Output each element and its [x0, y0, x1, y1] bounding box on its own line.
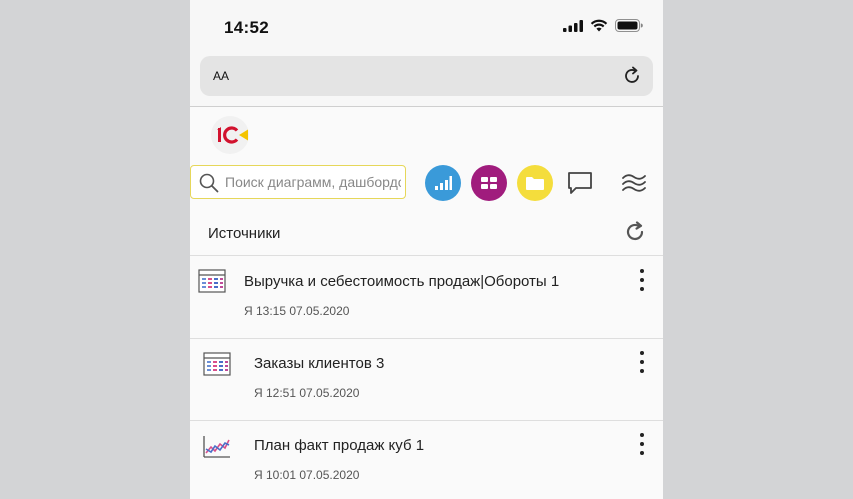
- source-item[interactable]: План факт продаж куб 1 Я 10:01 07.05.202…: [190, 421, 663, 499]
- browser-address-bar[interactable]: AA: [200, 56, 653, 96]
- dashboard-grid-icon: [481, 177, 497, 189]
- folders-button[interactable]: [517, 165, 553, 201]
- comments-button[interactable]: [565, 168, 595, 198]
- refresh-icon[interactable]: [624, 221, 646, 243]
- app-content: Источники Выручка и себестоимость продаж…: [190, 107, 663, 499]
- table-icon: [203, 352, 231, 376]
- source-item-meta: Я 12:51 07.05.2020: [254, 386, 360, 400]
- dashboards-button[interactable]: [471, 165, 507, 201]
- source-item-title: План факт продаж куб 1: [254, 437, 425, 454]
- phone-screen: 14:52 AA Поиск диаграмм, дашбордов Источ…: [190, 0, 663, 499]
- line-chart-icon: [203, 436, 230, 458]
- source-item-title: Выручка и себестоимость продаж|Обороты 1: [244, 273, 560, 290]
- search-icon: [199, 173, 219, 193]
- source-item[interactable]: Заказы клиентов 3 Я 12:51 07.05.2020: [190, 339, 663, 421]
- wifi-icon: [590, 19, 608, 32]
- status-bar: 14:52: [190, 0, 663, 52]
- more-options-icon[interactable]: [634, 433, 650, 455]
- source-item-meta: Я 13:15 07.05.2020: [244, 304, 350, 318]
- more-options-icon[interactable]: [634, 269, 650, 291]
- text-size-label: AA: [213, 69, 230, 83]
- source-item-title: Заказы клиентов 3: [254, 355, 385, 372]
- source-item-meta: Я 10:01 07.05.2020: [254, 468, 360, 482]
- source-item[interactable]: Выручка и себестоимость продаж|Обороты 1…: [190, 256, 663, 338]
- chat-icon: [568, 172, 592, 194]
- layers-button[interactable]: [619, 168, 649, 198]
- sources-title: Источники: [208, 225, 281, 242]
- table-icon: [198, 269, 226, 293]
- more-options-icon[interactable]: [634, 351, 650, 373]
- status-time: 14:52: [224, 18, 269, 37]
- reload-icon[interactable]: [621, 65, 643, 87]
- folder-icon: [526, 177, 544, 190]
- text-size-button[interactable]: AA: [213, 65, 229, 85]
- search-input[interactable]: [225, 169, 401, 195]
- battery-icon: [615, 19, 643, 32]
- bar-chart-icon: [435, 176, 452, 190]
- status-icons: [563, 19, 643, 32]
- 1c-logo: [211, 116, 249, 154]
- search-box[interactable]: [190, 165, 406, 199]
- layers-icon: [622, 174, 646, 192]
- charts-button[interactable]: [425, 165, 461, 201]
- signal-icon: [563, 19, 583, 32]
